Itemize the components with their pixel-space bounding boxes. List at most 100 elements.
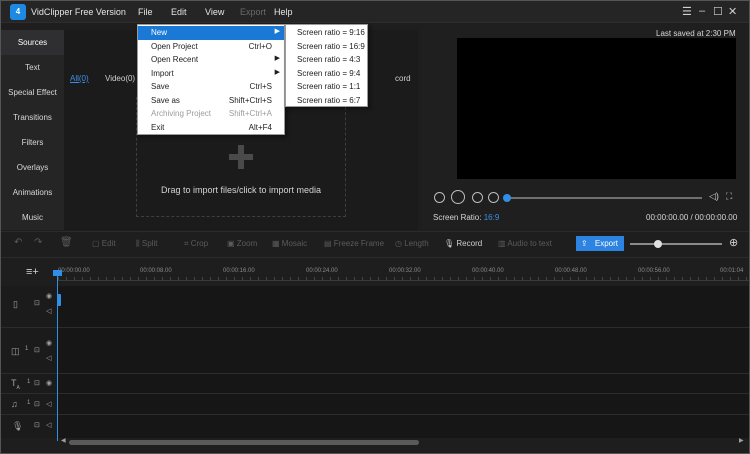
tab-record[interactable]: cord — [395, 74, 411, 83]
close-icon[interactable]: ✕ — [728, 5, 737, 18]
split-button[interactable]: ⫼ Split — [136, 239, 157, 249]
mute-icon[interactable]: ◁ — [46, 421, 51, 429]
tick-label: 00:00:48.00 — [555, 268, 587, 274]
play-icon[interactable] — [451, 190, 465, 204]
menu-item-open-recent[interactable]: Open Recent ▶ — [138, 53, 284, 67]
menu-view[interactable]: View — [205, 7, 224, 17]
mute-icon[interactable]: ◁ — [46, 307, 51, 315]
zoom-button[interactable]: ▣ Zoom — [227, 239, 257, 248]
scrollbar-thumb[interactable] — [69, 440, 419, 445]
timeline-ruler — [1, 257, 749, 286]
record-button[interactable]: 🎙 Record — [444, 239, 482, 248]
tick-label: 00:01:04 — [720, 268, 744, 274]
menu-edit[interactable]: Edit — [171, 7, 187, 17]
text-track-icon: TA — [11, 378, 20, 391]
lock-icon[interactable]: ⊡ — [34, 421, 40, 429]
plus-icon[interactable] — [229, 145, 253, 169]
app-logo: 4 — [10, 4, 26, 20]
sidebar-item-overlays[interactable]: Overlays — [1, 155, 64, 180]
visibility-icon[interactable]: ◉ — [46, 339, 52, 347]
edit-button[interactable]: ▢ Edit — [92, 239, 116, 248]
menu-item-ratio-6-7[interactable]: Screen ratio = 6:7 — [297, 96, 360, 105]
menu-item-ratio-9-16[interactable]: Screen ratio = 9:16 — [297, 28, 365, 37]
crop-button[interactable]: ⌗ Crop — [184, 239, 208, 249]
timeline-zoom-slider[interactable] — [630, 243, 722, 245]
sidebar-item-animations[interactable]: Animations — [1, 180, 64, 205]
sidebar-item-filters[interactable]: Filters — [1, 130, 64, 155]
hamburger-menu-icon[interactable]: ☰ — [682, 5, 692, 18]
clip-start-handle[interactable] — [57, 294, 61, 306]
ruler-ticks — [58, 277, 749, 281]
seek-handle[interactable] — [503, 194, 511, 202]
new-submenu: Screen ratio = 9:16 Screen ratio = 16:9 … — [285, 24, 368, 107]
menu-item-ratio-4-3[interactable]: Screen ratio = 4:3 — [297, 55, 360, 64]
menu-item-ratio-9-4[interactable]: Screen ratio = 9:4 — [297, 69, 360, 78]
menu-export[interactable]: Export — [240, 7, 266, 17]
sidebar-item-transitions[interactable]: Transitions — [1, 105, 64, 130]
fullscreen-icon[interactable]: ⛶ — [726, 191, 732, 202]
mosaic-button[interactable]: ▦ Mosaic — [272, 239, 307, 248]
visibility-icon[interactable]: ◉ — [46, 292, 52, 300]
screen-ratio-value[interactable]: 16:9 — [484, 213, 500, 222]
menu-item-ratio-16-9[interactable]: Screen ratio = 16:9 — [297, 42, 365, 51]
menu-item-save-as[interactable]: Save as Shift+Ctrl+S — [138, 94, 284, 108]
timeline-tracks[interactable] — [58, 286, 749, 438]
menu-item-new[interactable]: New ▶ — [138, 26, 284, 40]
maximize-icon[interactable]: ☐ — [713, 5, 723, 18]
volume-icon[interactable]: ◁) — [709, 191, 719, 202]
voiceover-track-icon: 🎙 — [12, 421, 24, 431]
track-divider — [1, 414, 749, 415]
menu-file[interactable]: File — [138, 7, 153, 17]
track-divider — [1, 373, 749, 374]
menu-item-save[interactable]: Save Ctrl+S — [138, 80, 284, 94]
menu-help[interactable]: Help — [274, 7, 293, 17]
menu-item-open-project[interactable]: Open Project Ctrl+O — [138, 40, 284, 54]
track-number: 1 — [27, 379, 31, 385]
last-saved-status: Last saved at 2:30 PM — [656, 29, 736, 38]
shortcut-label: Shift+Ctrl+A — [228, 109, 272, 118]
length-button[interactable]: ◷ Length — [395, 239, 429, 248]
sidebar-item-text[interactable]: Text — [1, 55, 64, 80]
lock-icon[interactable]: ⊡ — [34, 379, 40, 387]
stop-icon[interactable] — [488, 192, 499, 203]
track-number: 1 — [27, 400, 31, 406]
mute-icon[interactable]: ◁ — [46, 354, 51, 362]
overlay-track-icon: ◫ — [11, 346, 20, 356]
track-number: 1 — [25, 346, 29, 352]
undo-icon[interactable]: ↶ — [14, 237, 22, 248]
redo-icon[interactable]: ↷ — [34, 237, 42, 248]
scroll-right-icon[interactable]: ▶ — [739, 437, 744, 444]
app-window: 4 VidClipper Free Version File Edit View… — [0, 0, 750, 454]
menu-item-import[interactable]: Import ▶ — [138, 67, 284, 81]
step-back-icon[interactable] — [434, 192, 445, 203]
tab-video[interactable]: Video(0) — [105, 74, 135, 83]
sidebar-item-sources[interactable]: Sources — [1, 30, 64, 55]
tab-all[interactable]: All(0) — [70, 74, 89, 83]
lock-icon[interactable]: ⊡ — [34, 299, 40, 307]
visibility-icon[interactable]: ◉ — [46, 379, 52, 387]
mute-icon[interactable]: ◁ — [46, 400, 51, 408]
add-track-icon[interactable]: ≡+ — [26, 266, 39, 278]
tick-label: 00:00:40.00 — [472, 268, 504, 274]
timeline-zoom-handle[interactable] — [654, 240, 662, 248]
delete-icon[interactable]: 🗑 — [60, 237, 73, 248]
export-button[interactable]: ⇪ Export — [576, 236, 624, 251]
lock-icon[interactable]: ⊡ — [34, 400, 40, 408]
import-hint[interactable]: Drag to import files/click to import med… — [136, 185, 346, 195]
scroll-left-icon[interactable]: ◀ — [61, 437, 66, 444]
menu-item-ratio-1-1[interactable]: Screen ratio = 1:1 — [297, 82, 360, 91]
submenu-arrow-icon: ▶ — [274, 55, 280, 62]
zoom-in-icon[interactable]: ⊕ — [729, 236, 738, 249]
sidebar-item-music[interactable]: Music — [1, 205, 64, 230]
seek-bar[interactable] — [506, 197, 702, 199]
sidebar-item-special-effect[interactable]: Special Effect — [1, 80, 64, 105]
step-forward-icon[interactable] — [472, 192, 483, 203]
timecode-readout: 00:00:00.00 / 00:00:00.00 — [646, 213, 738, 222]
freeze-frame-button[interactable]: ▤ Freeze Frame — [324, 239, 384, 248]
lock-icon[interactable]: ⊡ — [34, 346, 40, 354]
minimize-icon[interactable]: – — [699, 5, 705, 17]
menu-item-archiving-project[interactable]: Archiving Project Shift+Ctrl+A — [138, 107, 284, 121]
menu-item-exit[interactable]: Exit Alt+F4 — [138, 121, 284, 135]
shortcut-label: Alt+F4 — [248, 122, 272, 132]
audio-to-text-button[interactable]: ▥ Audio to text — [498, 239, 552, 248]
